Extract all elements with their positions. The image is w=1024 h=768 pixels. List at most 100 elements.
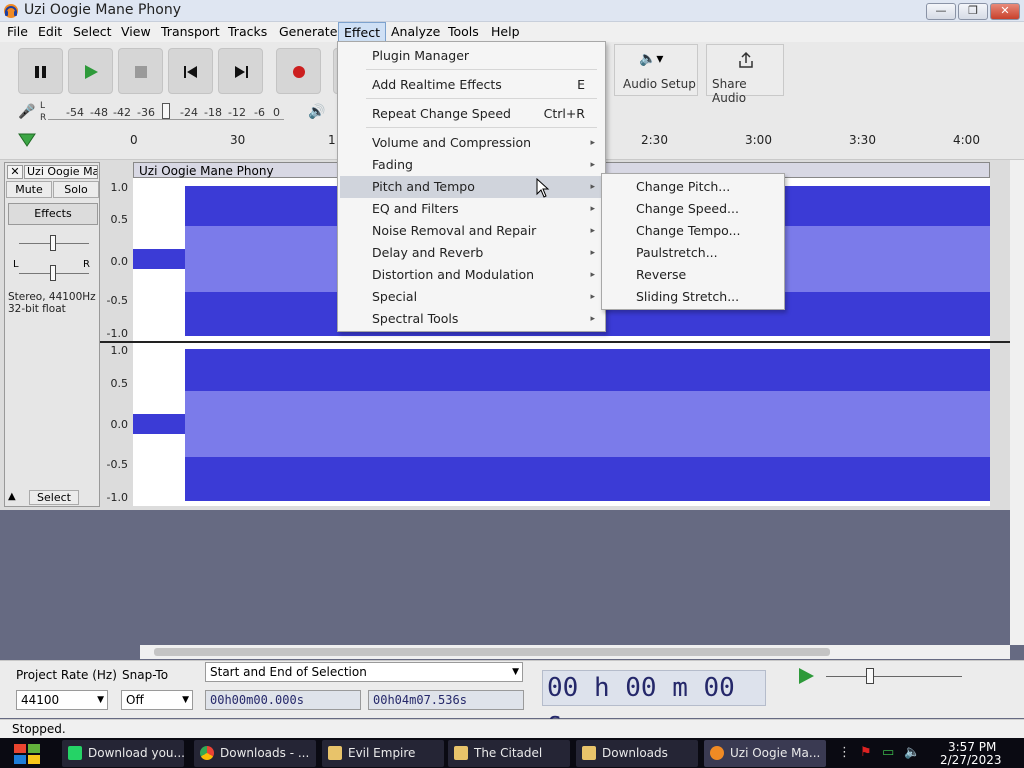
snap-to-select[interactable]: Off ▼ xyxy=(121,690,193,710)
play-speed-slider-thumb[interactable] xyxy=(866,668,874,684)
project-rate-label: Project Rate (Hz) xyxy=(16,668,117,682)
project-rate-select[interactable]: 44100 ▼ xyxy=(16,690,108,710)
menu-generate[interactable]: Generate xyxy=(274,22,342,42)
menu-edit[interactable]: Edit xyxy=(33,22,67,42)
minimize-button[interactable]: — xyxy=(926,3,956,20)
meter-slider-thumb[interactable] xyxy=(162,103,170,119)
amp-label: 1.0 xyxy=(110,344,129,357)
menu-item-repeat-change-speed[interactable]: Repeat Change Speed Ctrl+R xyxy=(340,103,603,125)
submenu-item-sliding-stretch[interactable]: Sliding Stretch... xyxy=(604,286,782,308)
timeline-label: 3:00 xyxy=(745,133,772,147)
menu-effect[interactable]: Effect xyxy=(338,22,386,42)
submenu-item-change-pitch[interactable]: Change Pitch... xyxy=(604,176,782,198)
menu-transport[interactable]: Transport xyxy=(156,22,225,42)
menu-view[interactable]: View xyxy=(116,22,156,42)
solo-button[interactable]: Solo xyxy=(53,181,99,198)
skip-end-button[interactable] xyxy=(218,48,263,94)
share-audio-label: Share Audio xyxy=(712,77,747,105)
microphone-icon: 🎤 xyxy=(18,104,36,120)
play-button[interactable] xyxy=(68,48,113,94)
empty-track-space[interactable] xyxy=(0,510,1010,644)
menu-tracks[interactable]: Tracks xyxy=(223,22,272,42)
audio-setup-button[interactable]: 🔈▾ Audio Setup xyxy=(614,44,698,96)
stop-icon xyxy=(135,66,147,78)
submenu-arrow-icon: ▸ xyxy=(590,270,595,280)
selection-end-time[interactable]: 00h04m07.536s xyxy=(368,690,524,710)
close-button[interactable]: ✕ xyxy=(990,3,1020,20)
pan-right-label: R xyxy=(83,259,90,270)
menu-help[interactable]: Help xyxy=(486,22,525,42)
menu-item-spectral-tools[interactable]: Spectral Tools ▸ xyxy=(340,308,603,330)
start-time-value: 00h00m00.000s xyxy=(210,693,304,707)
folder-icon xyxy=(454,746,468,760)
timeline-label: 3:30 xyxy=(849,133,876,147)
submenu-arrow-icon: ▸ xyxy=(590,292,595,302)
meter-r-label: R xyxy=(40,113,47,123)
share-icon xyxy=(739,51,753,68)
timeline-play-head-icon[interactable] xyxy=(18,132,36,148)
tray-overflow-icon[interactable]: ⋮ xyxy=(838,745,851,760)
mute-button[interactable]: Mute xyxy=(6,181,52,198)
selection-mode-select[interactable]: Start and End of Selection ▼ xyxy=(205,662,523,682)
submenu-arrow-icon: ▸ xyxy=(590,160,595,170)
effect-menu: Plugin Manager Add Realtime Effects E Rep… xyxy=(337,41,606,332)
menu-item-plugin-manager[interactable]: Plugin Manager xyxy=(340,45,603,67)
submenu-item-paulstretch[interactable]: Paulstretch... xyxy=(604,242,782,264)
waveform-channel-right[interactable] xyxy=(133,343,990,506)
taskbar-item-whatsapp[interactable]: Download you... xyxy=(62,740,184,767)
taskbar-item-evil-empire[interactable]: Evil Empire xyxy=(322,740,444,767)
stop-button[interactable] xyxy=(118,48,163,94)
flag-icon[interactable]: ⚑ xyxy=(860,745,872,760)
gain-slider-thumb[interactable] xyxy=(50,235,56,251)
menu-item-label: Spectral Tools xyxy=(372,311,459,326)
track-select-button[interactable]: Select xyxy=(29,490,79,505)
taskbar-item-downloads[interactable]: Downloads xyxy=(576,740,698,767)
audio-setup-label: Audio Setup xyxy=(623,77,696,91)
skip-start-button[interactable] xyxy=(168,48,213,94)
network-icon[interactable]: ▭ xyxy=(882,745,894,760)
menu-analyze[interactable]: Analyze xyxy=(386,22,445,42)
taskbar-item-audacity[interactable]: Uzi Oogie Ma... xyxy=(704,740,826,767)
submenu-item-reverse[interactable]: Reverse xyxy=(604,264,782,286)
pause-button[interactable] xyxy=(18,48,63,94)
track-close-button[interactable]: ✕ xyxy=(7,165,23,179)
menu-item-volume-and-compression[interactable]: Volume and Compression ▸ xyxy=(340,132,603,154)
folder-icon xyxy=(328,746,342,760)
menu-tools[interactable]: Tools xyxy=(443,22,484,42)
effects-button[interactable]: Effects xyxy=(8,203,98,225)
play-speed-slider[interactable] xyxy=(826,676,962,677)
maximize-button[interactable]: ❐ xyxy=(958,3,988,20)
submenu-item-change-tempo[interactable]: Change Tempo... xyxy=(604,220,782,242)
menu-item-delay-and-reverb[interactable]: Delay and Reverb ▸ xyxy=(340,242,603,264)
share-audio-button[interactable]: Share Audio xyxy=(706,44,784,105)
menu-item-distortion-and-modulation[interactable]: Distortion and Modulation ▸ xyxy=(340,264,603,286)
mouse-cursor-icon xyxy=(536,178,550,198)
selection-start-time[interactable]: 00h00m00.000s xyxy=(205,690,361,710)
taskbar-item-the-citadel[interactable]: The Citadel xyxy=(448,740,570,767)
audio-position-display[interactable]: 00 h 00 m 00 s xyxy=(542,670,766,737)
menu-item-add-realtime-effects[interactable]: Add Realtime Effects E xyxy=(340,74,603,96)
menu-item-fading[interactable]: Fading ▸ xyxy=(340,154,603,176)
taskbar-item-chrome[interactable]: Downloads - ... xyxy=(194,740,316,767)
whatsapp-icon xyxy=(68,746,82,760)
menu-item-special[interactable]: Special ▸ xyxy=(340,286,603,308)
clock-date: 2/27/2023 xyxy=(940,753,1002,767)
menu-item-label: Add Realtime Effects xyxy=(372,77,502,92)
menu-item-pitch-and-tempo[interactable]: Pitch and Tempo ▸ xyxy=(340,176,603,198)
vertical-scrollbar[interactable] xyxy=(1010,160,1024,645)
collapse-icon[interactable]: ▲ xyxy=(8,491,16,502)
menu-item-eq-and-filters[interactable]: EQ and Filters ▸ xyxy=(340,198,603,220)
submenu-item-change-speed[interactable]: Change Speed... xyxy=(604,198,782,220)
menu-item-noise-removal-and-repair[interactable]: Noise Removal and Repair ▸ xyxy=(340,220,603,242)
record-button[interactable] xyxy=(276,48,321,94)
pan-slider-thumb[interactable] xyxy=(50,265,56,281)
play-at-speed-icon[interactable] xyxy=(796,666,816,686)
menu-select[interactable]: Select xyxy=(68,22,117,42)
horizontal-scroll-thumb[interactable] xyxy=(154,648,830,656)
windows-start-icon[interactable] xyxy=(10,740,44,767)
volume-icon[interactable]: 🔈 xyxy=(904,745,920,760)
speaker-icon: 🔈▾ xyxy=(639,51,664,67)
track-name-menu[interactable]: Uzi Oogie Ma xyxy=(24,165,98,179)
menu-file[interactable]: File xyxy=(2,22,33,42)
clip-title: Uzi Oogie Mane Phony xyxy=(139,164,274,178)
